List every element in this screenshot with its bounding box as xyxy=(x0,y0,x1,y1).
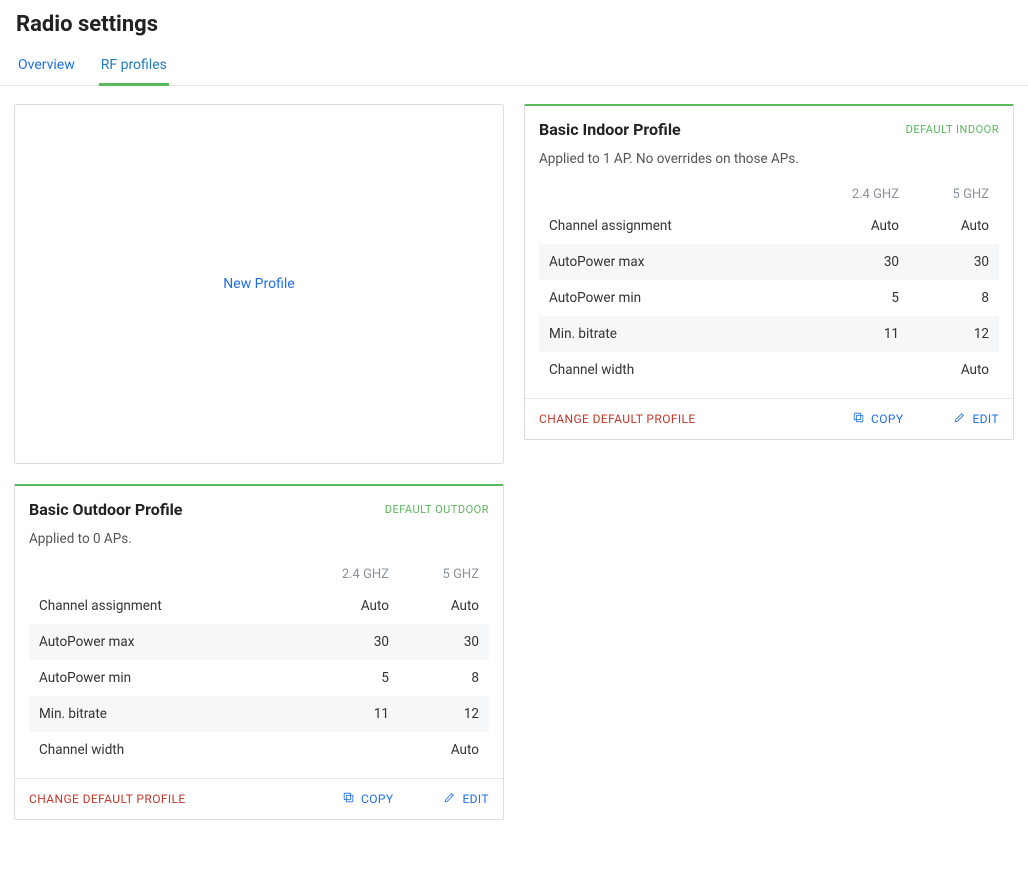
change-default-button[interactable]: CHANGE DEFAULT PROFILE xyxy=(539,412,696,426)
row-label: Channel width xyxy=(549,362,809,378)
row-label: Min. bitrate xyxy=(549,326,809,342)
tabs: Overview RF profiles xyxy=(0,47,1028,86)
copy-label: COPY xyxy=(871,412,903,426)
pencil-icon xyxy=(953,411,966,427)
new-profile-card[interactable]: New Profile xyxy=(14,104,504,464)
row-value: 30 xyxy=(899,254,989,270)
copy-button[interactable]: COPY xyxy=(852,411,903,427)
row-value: 12 xyxy=(899,326,989,342)
row-label: AutoPower max xyxy=(549,254,809,270)
col-header-24ghz: 2.4 GHZ xyxy=(299,567,389,582)
row-label: Channel assignment xyxy=(549,218,809,234)
col-header-24ghz: 2.4 GHZ xyxy=(809,187,899,202)
table-row: Channel assignment Auto Auto xyxy=(29,588,489,624)
row-value: 30 xyxy=(389,634,479,650)
table-row: Channel width Auto xyxy=(29,732,489,768)
table-row: Channel width Auto xyxy=(539,352,999,388)
copy-label: COPY xyxy=(361,792,393,806)
profile-badge: DEFAULT OUTDOOR xyxy=(385,503,489,516)
row-value: 8 xyxy=(899,290,989,306)
table-row: AutoPower max 30 30 xyxy=(539,244,999,280)
edit-label: EDIT xyxy=(462,792,489,806)
row-value: Auto xyxy=(899,362,989,378)
copy-icon xyxy=(342,791,355,807)
profile-card-outdoor: Basic Outdoor Profile DEFAULT OUTDOOR Ap… xyxy=(14,484,504,820)
row-value: 5 xyxy=(809,290,899,306)
change-default-button[interactable]: CHANGE DEFAULT PROFILE xyxy=(29,792,186,806)
row-value: Auto xyxy=(299,598,389,614)
row-label: Channel assignment xyxy=(39,598,299,614)
table-row: Channel assignment Auto Auto xyxy=(539,208,999,244)
row-label: AutoPower min xyxy=(549,290,809,306)
table-row: AutoPower min 5 8 xyxy=(29,660,489,696)
copy-button[interactable]: COPY xyxy=(342,791,393,807)
row-value: Auto xyxy=(809,218,899,234)
edit-button[interactable]: EDIT xyxy=(953,411,999,427)
pencil-icon xyxy=(443,791,456,807)
row-value: Auto xyxy=(899,218,989,234)
col-header-5ghz: 5 GHZ xyxy=(899,187,989,202)
row-value: 12 xyxy=(389,706,479,722)
row-label: AutoPower min xyxy=(39,670,299,686)
row-label: AutoPower max xyxy=(39,634,299,650)
table-row: Min. bitrate 11 12 xyxy=(29,696,489,732)
row-value: 30 xyxy=(809,254,899,270)
profile-subtitle: Applied to 1 AP. No overrides on those A… xyxy=(539,151,999,167)
profile-title: Basic Outdoor Profile xyxy=(29,500,182,519)
tab-overview[interactable]: Overview xyxy=(16,47,77,85)
row-label: Channel width xyxy=(39,742,299,758)
profile-title: Basic Indoor Profile xyxy=(539,120,681,139)
row-label: Min. bitrate xyxy=(39,706,299,722)
profile-badge: DEFAULT INDOOR xyxy=(906,123,999,136)
row-value: Auto xyxy=(389,742,479,758)
profile-table: 2.4 GHZ 5 GHZ Channel assignment Auto Au… xyxy=(15,561,503,778)
row-value: 11 xyxy=(809,326,899,342)
table-row: AutoPower max 30 30 xyxy=(29,624,489,660)
row-value: 11 xyxy=(299,706,389,722)
page-title: Radio settings xyxy=(0,0,1028,47)
new-profile-link[interactable]: New Profile xyxy=(223,276,294,292)
profile-table: 2.4 GHZ 5 GHZ Channel assignment Auto Au… xyxy=(525,181,1013,398)
copy-icon xyxy=(852,411,865,427)
row-value: Auto xyxy=(389,598,479,614)
row-value: 8 xyxy=(389,670,479,686)
table-row: Min. bitrate 11 12 xyxy=(539,316,999,352)
edit-button[interactable]: EDIT xyxy=(443,791,489,807)
edit-label: EDIT xyxy=(972,412,999,426)
row-value: 5 xyxy=(299,670,389,686)
table-row: AutoPower min 5 8 xyxy=(539,280,999,316)
tab-rf-profiles[interactable]: RF profiles xyxy=(99,47,169,85)
col-header-5ghz: 5 GHZ xyxy=(389,567,479,582)
profile-card-indoor: Basic Indoor Profile DEFAULT INDOOR Appl… xyxy=(524,104,1014,440)
profile-subtitle: Applied to 0 APs. xyxy=(29,531,489,547)
row-value: 30 xyxy=(299,634,389,650)
